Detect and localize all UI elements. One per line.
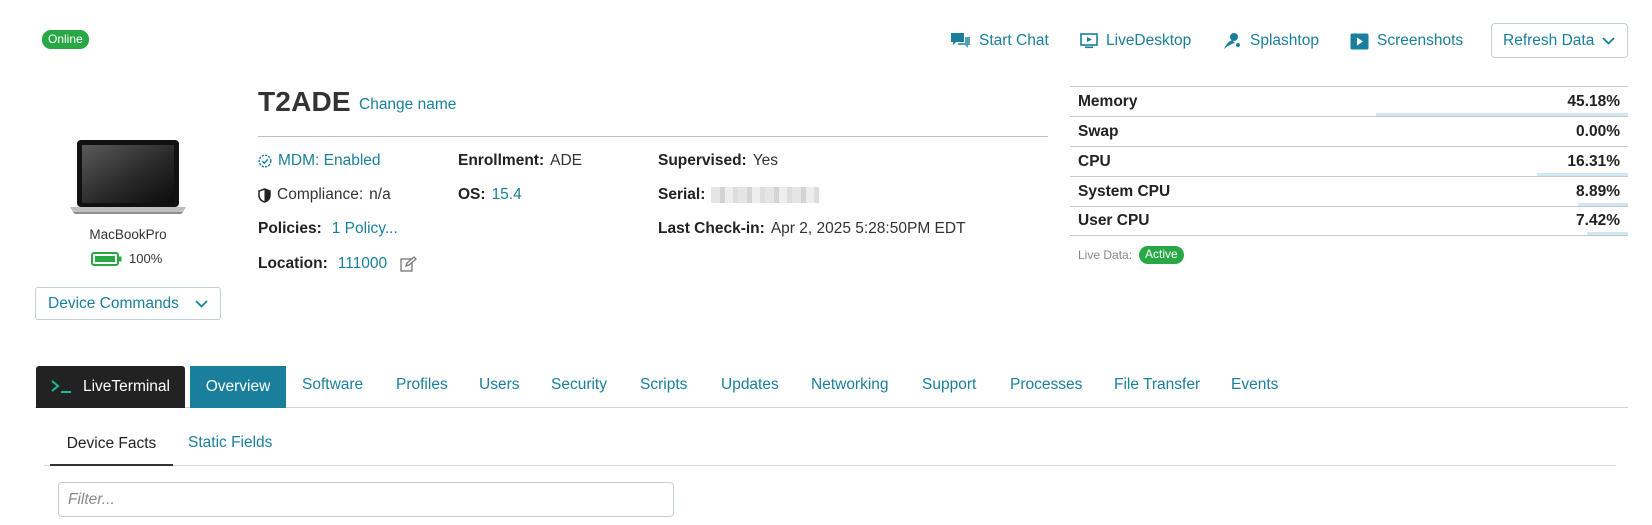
splashtop-label: Splashtop xyxy=(1250,32,1319,49)
tab-processes[interactable]: Processes xyxy=(1010,376,1082,394)
screenshot-icon xyxy=(1350,33,1369,49)
tab-software[interactable]: Software xyxy=(302,376,363,394)
sub-tab-bar xyxy=(44,424,1616,466)
policies-label: Policies: xyxy=(258,220,322,237)
refresh-data-label: Refresh Data xyxy=(1503,31,1595,49)
tab-live-terminal[interactable]: LiveTerminal xyxy=(36,366,185,408)
change-name-link[interactable]: Change name xyxy=(359,96,456,114)
serial-label: Serial: xyxy=(658,186,706,203)
os-version-link[interactable]: 15.4 xyxy=(492,186,522,204)
os-field: OS: 15.4 xyxy=(458,186,522,204)
enrollment-value: ADE xyxy=(550,152,582,169)
policies-link[interactable]: 1 Policy... xyxy=(332,220,398,238)
supervised-label: Supervised: xyxy=(658,152,747,169)
stat-label: Swap xyxy=(1078,122,1119,140)
stat-bar xyxy=(1586,232,1628,235)
stat-row-memory: Memory 45.18% xyxy=(1070,86,1628,116)
compliance-value: n/a xyxy=(369,186,391,203)
policies-field: Policies: 1 Policy... xyxy=(258,220,398,238)
serial-value-redacted xyxy=(711,187,820,203)
splashtop-button[interactable]: Splashtop xyxy=(1222,29,1319,53)
subtab-device-facts[interactable]: Device Facts xyxy=(50,424,173,466)
subtab-static-fields[interactable]: Static Fields xyxy=(188,434,272,452)
battery-icon xyxy=(91,251,122,266)
checkin-value: Apr 2, 2025 5:28:50PM EDT xyxy=(770,220,966,237)
location-field: Location: 111000 xyxy=(258,255,418,273)
tab-updates[interactable]: Updates xyxy=(721,376,779,394)
tab-profiles[interactable]: Profiles xyxy=(396,376,448,394)
tab-security[interactable]: Security xyxy=(551,376,607,394)
online-status-badge: Online xyxy=(42,30,89,49)
stat-row-swap: Swap 0.00% xyxy=(1070,116,1628,146)
live-stats-table: Memory 45.18% Swap 0.00% CPU 16.31% Syst… xyxy=(1070,86,1628,236)
device-model: MacBookPro xyxy=(89,227,167,242)
live-desktop-label: LiveDesktop xyxy=(1106,32,1192,49)
terminal-icon xyxy=(51,380,71,393)
compliance-label: Compliance: xyxy=(277,186,364,203)
checkin-label: Last Check-in: xyxy=(658,220,765,237)
device-commands-dropdown[interactable]: Device Commands xyxy=(35,287,221,320)
tab-events[interactable]: Events xyxy=(1231,376,1278,394)
battery-level: 100% xyxy=(129,251,163,266)
start-chat-label: Start Chat xyxy=(979,32,1049,49)
mdm-status-label: MDM: Enabled xyxy=(278,152,381,169)
supervised-field: Supervised: Yes xyxy=(658,152,778,170)
location-link[interactable]: 111000 xyxy=(338,255,387,273)
device-name: T2ADE xyxy=(258,86,351,117)
live-desktop-button[interactable]: LiveDesktop xyxy=(1080,29,1191,53)
compliance-field: Compliance: n/a xyxy=(258,186,391,204)
tab-live-terminal-label: LiveTerminal xyxy=(82,378,170,395)
active-badge: Active xyxy=(1139,246,1184,264)
chat-icon xyxy=(951,33,970,48)
supervised-value: Yes xyxy=(752,152,779,169)
splashtop-icon xyxy=(1224,33,1240,49)
screenshots-button[interactable]: Screenshots xyxy=(1350,29,1463,53)
stat-value: 7.42% xyxy=(1576,212,1620,229)
device-commands-label: Device Commands xyxy=(48,294,179,312)
stat-label: System CPU xyxy=(1078,182,1171,200)
stat-value: 16.31% xyxy=(1567,152,1620,170)
location-label: Location: xyxy=(258,255,328,272)
serial-field: Serial: xyxy=(658,186,820,204)
start-chat-button[interactable]: Start Chat xyxy=(950,29,1049,53)
mdm-icon xyxy=(258,154,272,168)
battery-status: 100% xyxy=(91,251,162,266)
stat-label: User CPU xyxy=(1078,212,1150,229)
edit-icon[interactable] xyxy=(400,256,418,272)
stat-value: 45.18% xyxy=(1567,92,1620,110)
enrollment-field: Enrollment: ADE xyxy=(458,152,582,170)
stat-value: 0.00% xyxy=(1576,122,1620,140)
tab-overview[interactable]: Overview xyxy=(190,366,286,408)
stat-label: Memory xyxy=(1078,92,1138,110)
os-label: OS: xyxy=(458,186,486,203)
live-data-status: Live Data: Active xyxy=(1078,246,1184,264)
desktop-icon xyxy=(1080,33,1098,49)
stat-row-user-cpu: User CPU 7.42% xyxy=(1070,206,1628,236)
mdm-status: MDM: Enabled xyxy=(258,152,381,170)
checkin-field: Last Check-in: Apr 2, 2025 5:28:50PM EDT xyxy=(658,220,966,238)
live-data-label: Live Data: xyxy=(1078,248,1133,262)
laptop-icon xyxy=(70,138,186,220)
tab-support[interactable]: Support xyxy=(922,376,976,394)
stat-row-cpu: CPU 16.31% xyxy=(1070,146,1628,176)
shield-icon xyxy=(258,187,271,203)
tab-users[interactable]: Users xyxy=(479,376,519,394)
stat-row-system-cpu: System CPU 8.89% xyxy=(1070,176,1628,206)
tab-file-transfer[interactable]: File Transfer xyxy=(1114,376,1200,394)
chevron-down-icon xyxy=(1602,36,1615,45)
filter-input[interactable] xyxy=(58,482,674,517)
screenshots-label: Screenshots xyxy=(1377,32,1464,49)
tab-networking[interactable]: Networking xyxy=(811,376,889,394)
chevron-down-icon xyxy=(195,299,208,308)
stat-label: CPU xyxy=(1078,152,1111,170)
refresh-data-dropdown[interactable]: Refresh Data xyxy=(1491,23,1628,58)
stat-value: 8.89% xyxy=(1576,182,1620,200)
divider xyxy=(258,136,1048,137)
enrollment-label: Enrollment: xyxy=(458,152,545,169)
tab-scripts[interactable]: Scripts xyxy=(640,376,687,394)
